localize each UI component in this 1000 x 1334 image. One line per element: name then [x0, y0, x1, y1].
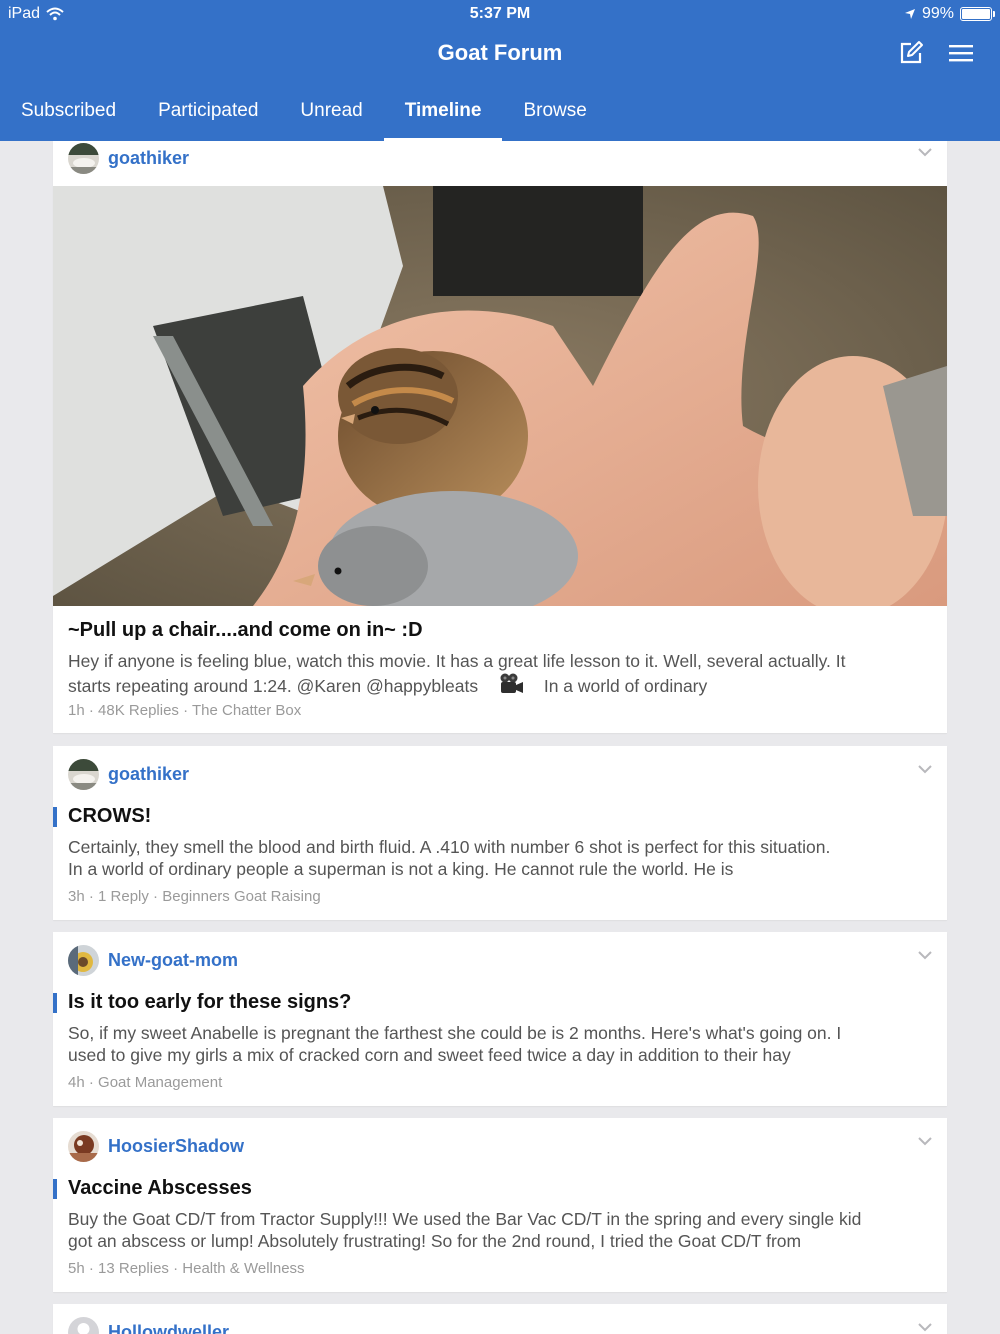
topic-time: 3h — [68, 888, 85, 905]
battery-percent: 99% — [921, 5, 954, 22]
author-name[interactable]: New-goat-mom — [108, 950, 238, 971]
topic-card[interactable]: goathiker CROWS! Certainly, they smell t… — [53, 746, 947, 920]
app-header: iPad 5:37 PM 99% Goat Forum Subscribed P… — [0, 0, 1000, 141]
avatar[interactable] — [68, 759, 99, 790]
movie-camera-icon — [500, 673, 523, 693]
topic-time: 4h — [68, 1074, 85, 1091]
menu-icon[interactable] — [948, 40, 974, 66]
topic-excerpt: Hey if anyone is feeling blue, watch thi… — [68, 651, 932, 697]
tab-subscribed[interactable]: Subscribed — [0, 90, 137, 141]
author-name[interactable]: HoosierShadow — [108, 1136, 244, 1157]
battery-icon — [960, 7, 995, 21]
forum-name[interactable]: Beginners Goat Raising — [162, 888, 320, 905]
topic-card[interactable]: goathiker ~Pull up a chair....and come o… — [53, 141, 947, 733]
topic-meta: 5h · 13 Replies · Health & Wellness — [68, 1260, 305, 1277]
tab-browse[interactable]: Browse — [502, 90, 607, 141]
compose-icon[interactable] — [898, 40, 924, 66]
reply-count: 1 Reply — [98, 888, 149, 905]
author-name[interactable]: Hollowdweller — [108, 1322, 229, 1334]
reply-count: 13 Replies — [98, 1260, 169, 1277]
chevron-down-icon[interactable] — [917, 144, 933, 160]
chevron-down-icon[interactable] — [917, 761, 933, 777]
excerpt-line: Certainly, they smell the blood and birt… — [68, 837, 831, 857]
topic-excerpt: So, if my sweet Anabelle is pregnant the… — [68, 1023, 932, 1066]
header-actions — [898, 40, 974, 66]
chevron-down-icon[interactable] — [917, 1133, 933, 1149]
status-bar: iPad 5:37 PM 99% — [0, 0, 1000, 28]
excerpt-line: Buy the Goat CD/T from Tractor Supply!!!… — [68, 1209, 862, 1229]
excerpt-line: In a world of ordinary people a superman… — [68, 858, 734, 879]
page-title: Goat Forum — [437, 40, 563, 65]
topic-title[interactable]: ~Pull up a chair....and come on in~ :D — [68, 619, 423, 642]
excerpt-line: starts repeating around 1:24. @Karen @ha… — [68, 673, 932, 698]
topic-author[interactable]: HoosierShadow — [68, 1131, 244, 1162]
topic-meta: 3h · 1 Reply · Beginners Goat Raising — [68, 888, 321, 905]
excerpt-line: got an abscess or lump! Absolutely frust… — [68, 1230, 802, 1251]
topic-image[interactable] — [53, 186, 947, 606]
avatar[interactable] — [68, 1131, 99, 1162]
author-name[interactable]: goathiker — [108, 764, 189, 785]
topic-title[interactable]: CROWS! — [68, 805, 151, 828]
tab-unread[interactable]: Unread — [279, 90, 383, 141]
clock: 5:37 PM — [469, 5, 531, 22]
tab-timeline[interactable]: Timeline — [383, 90, 503, 141]
topic-author[interactable]: goathiker — [68, 143, 189, 174]
topic-author[interactable]: goathiker — [68, 759, 189, 790]
topic-time: 5h — [68, 1260, 85, 1277]
excerpt-line: So, if my sweet Anabelle is pregnant the… — [68, 1023, 842, 1043]
unread-indicator — [53, 807, 57, 827]
topic-excerpt: Certainly, they smell the blood and birt… — [68, 837, 932, 880]
chevron-down-icon[interactable] — [917, 1319, 933, 1334]
topic-meta: 4h · Goat Management — [68, 1074, 223, 1091]
unread-indicator — [53, 993, 57, 1013]
excerpt-line: Hey if anyone is feeling blue, watch thi… — [68, 651, 846, 671]
reply-count: 48K Replies — [98, 702, 179, 719]
topic-title[interactable]: Vaccine Abscesses — [68, 1177, 252, 1200]
excerpt-line: used to give my girls a mix of cracked c… — [68, 1044, 791, 1065]
tab-bar: Subscribed Participated Unread Timeline … — [0, 90, 608, 141]
forum-name[interactable]: Health & Wellness — [182, 1260, 304, 1277]
unread-indicator — [53, 1179, 57, 1199]
avatar[interactable] — [68, 945, 99, 976]
author-name[interactable]: goathiker — [108, 148, 189, 169]
forum-name[interactable]: Goat Management — [98, 1074, 222, 1091]
avatar[interactable] — [68, 143, 99, 174]
topic-title[interactable]: Is it too early for these signs? — [68, 991, 351, 1014]
topic-author[interactable]: New-goat-mom — [68, 945, 238, 976]
topic-excerpt: Buy the Goat CD/T from Tractor Supply!!!… — [68, 1209, 932, 1252]
battery-level — [962, 9, 990, 19]
excerpt-text: In a world of ordinary — [543, 675, 708, 696]
excerpt-text: starts repeating around 1:24. @Karen @ha… — [68, 675, 479, 696]
topic-time: 1h — [68, 702, 85, 719]
topic-meta: 1h · 48K Replies · The Chatter Box — [68, 702, 302, 719]
location-arrow-icon — [904, 9, 915, 19]
forum-name[interactable]: The Chatter Box — [192, 702, 301, 719]
topic-card[interactable]: New-goat-mom Is it too early for these s… — [53, 932, 947, 1106]
topic-card[interactable]: HoosierShadow Vaccine Abscesses Buy the … — [53, 1118, 947, 1292]
tab-participated[interactable]: Participated — [137, 90, 279, 141]
chevron-down-icon[interactable] — [917, 947, 933, 963]
topic-card[interactable]: Hollowdweller — [53, 1304, 947, 1334]
topic-author[interactable]: Hollowdweller — [68, 1317, 229, 1334]
avatar[interactable] — [68, 1317, 99, 1334]
status-right: 99% — [904, 5, 995, 23]
